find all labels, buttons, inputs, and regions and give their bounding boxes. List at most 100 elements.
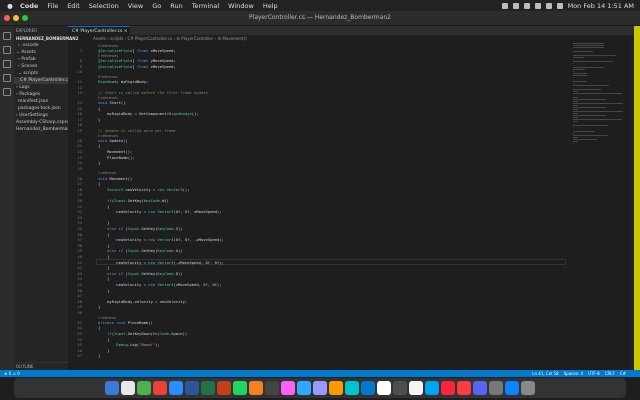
code-editor[interactable]: 0 references 7 [SerializeField] float xMov… [68,42,568,370]
file-tree-item[interactable]: C# PlayerController.cs [14,77,68,84]
line-number: 57 [77,353,82,359]
line-number: 34 [77,220,82,226]
dock-app-icon[interactable] [345,381,359,395]
encoding[interactable]: UTF-8 [588,370,600,377]
file-tree-item[interactable]: › UserSettings [14,112,68,119]
source-control-icon[interactable] [3,60,11,68]
dock-app-icon[interactable] [425,381,439,395]
code-line: } [98,287,110,293]
battery-icon[interactable] [523,2,530,9]
line-number: 10 [77,69,82,75]
outline-section[interactable]: OUTLINE [14,362,68,370]
file-tree-item[interactable]: › Packages [14,91,68,98]
menu-selection[interactable]: Selection [89,2,119,10]
dock-app-icon[interactable] [441,381,455,395]
minimap-line [573,67,604,68]
discord-icon[interactable] [512,2,519,9]
menu-run[interactable]: Run [170,2,182,10]
search-icon[interactable] [3,46,11,54]
file-tree-item[interactable]: manifest.json [14,98,68,105]
minimap-line [573,101,578,102]
run-debug-icon[interactable] [3,74,11,82]
file-tree-item[interactable]: › Scenes [14,63,68,70]
line-endings[interactable]: CRLF [605,370,615,377]
indentation[interactable]: Spaces: 4 [564,370,583,377]
activity-bar [0,26,14,370]
clock[interactable]: Mon Feb 14 1:51 AM [568,2,634,10]
apple-menu-icon[interactable]: ● [6,2,14,10]
menu-window[interactable]: Window [228,2,254,10]
file-tree-item[interactable]: ⌄ Assets [14,49,68,56]
dock-app-icon[interactable] [377,381,391,395]
dock-app-icon[interactable] [281,381,295,395]
menu-go[interactable]: Go [152,2,161,10]
menu-view[interactable]: View [128,2,143,10]
dock-app-icon[interactable] [105,381,119,395]
file-tree-item[interactable]: Hernandez_Bomberman2.sln [14,126,68,133]
dock-app-icon[interactable] [265,381,279,395]
dock-app-icon[interactable] [505,381,519,395]
dock-app-icon[interactable] [361,381,375,395]
wifi-icon[interactable] [534,2,541,9]
project-folder[interactable]: HERNANDEZ_BOMBERMAN2 [14,35,78,42]
dock-app-icon[interactable] [457,381,471,395]
code-line: [SerializeField] float yMoveSpeed; [98,58,176,63]
dock-app-icon[interactable] [489,381,503,395]
minimap-line [573,71,574,72]
minimap[interactable] [573,42,628,144]
problems-count[interactable]: ⊗ 0 ⚠ 0 [0,371,20,376]
menu-terminal[interactable]: Terminal [192,2,219,10]
dock-app-icon[interactable] [153,381,167,395]
file-tree-item[interactable]: › .vscode [14,42,68,49]
menu-edit[interactable]: Edit [67,2,80,10]
dock-app-icon[interactable] [329,381,343,395]
search-icon[interactable] [545,2,552,9]
dock-app-icon[interactable] [137,381,151,395]
language-mode[interactable]: C# [620,370,626,377]
line-number: 37 [77,237,82,243]
menu-file[interactable]: File [47,2,58,10]
creative-cloud-icon[interactable] [501,2,508,9]
file-tree-item[interactable]: › Logs [14,84,68,91]
breadcrumb[interactable]: Assets › scripts › C# PlayerController.c… [68,35,640,42]
dock-app-icon[interactable] [217,381,231,395]
explorer-header: EXPLORER [16,28,37,33]
dock-app-icon[interactable] [521,381,535,395]
dock-app-icon[interactable] [249,381,263,395]
explorer-icon[interactable] [3,32,11,40]
file-tree-item[interactable]: Assembly-CSharp.csproj [14,119,68,126]
dock-app-icon[interactable] [201,381,215,395]
window-titlebar: PlayerController.cs — Hernandez_Bomberma… [0,11,640,26]
line-number: 35 [77,226,82,231]
code-line: { [98,276,110,282]
cursor-position[interactable]: Ln 41, Col 58 [532,370,558,377]
menu-help[interactable]: Help [263,2,278,10]
control-center-icon[interactable] [556,2,563,9]
minimap-line [573,59,574,60]
menu-app-name[interactable]: Code [20,2,38,10]
line-number: 20 [77,137,82,143]
file-tree-item[interactable]: ⌄ scripts [14,70,68,77]
dock-app-icon[interactable] [297,381,311,395]
line-number: 50 [77,310,82,315]
dock-app-icon[interactable] [121,381,135,395]
code-line: if(Input.GetKey(KeyCode.W)) [107,198,169,203]
dock-app-icon[interactable] [233,381,247,395]
line-number: 29 [77,192,82,198]
dock-app-icon[interactable] [313,381,327,395]
tab-playercontroller[interactable]: C# PlayerController.cs × [68,26,130,35]
line-number: 48 [77,298,82,304]
code-line: void Start() [98,100,126,105]
file-tree-item[interactable]: packages-lock.json [14,105,68,112]
dock-app-icon[interactable] [169,381,183,395]
dock-app-icon[interactable] [409,381,423,395]
code-line: { [98,231,110,237]
extensions-icon[interactable] [3,88,11,96]
dock-app-icon[interactable] [185,381,199,395]
dock-app-icon[interactable] [393,381,407,395]
file-tree-item[interactable]: › Prefab [14,56,68,63]
line-number: 8 [79,58,82,63]
code-line: { [98,203,110,209]
line-number: 30 [77,198,82,203]
dock-app-icon[interactable] [473,381,487,395]
